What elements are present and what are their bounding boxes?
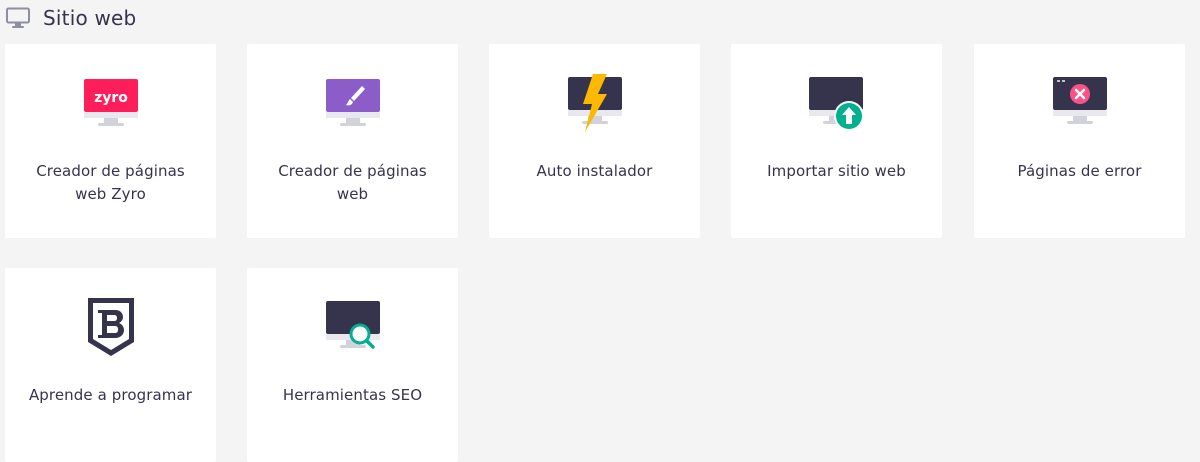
error-monitor-icon: [974, 72, 1185, 136]
zyro-logo-text: zyro: [94, 90, 128, 106]
card-label: Creador de páginas web: [278, 162, 427, 203]
card-page-builder[interactable]: Creador de páginas web: [247, 44, 458, 238]
card-label: Aprende a programar: [28, 386, 193, 404]
zyro-monitor-icon: zyro: [5, 72, 216, 136]
card-error-pages[interactable]: Páginas de error: [974, 44, 1185, 238]
card-label: Páginas de error: [1017, 162, 1142, 180]
card-seo-tools[interactable]: Herramientas SEO: [247, 268, 458, 462]
monitor-icon: [6, 7, 30, 29]
card-label: Herramientas SEO: [282, 386, 423, 404]
b-shield-icon: [5, 296, 216, 360]
card-auto-installer[interactable]: Auto instalador: [489, 44, 700, 238]
upload-monitor-icon: [731, 72, 942, 136]
card-learn-to-code[interactable]: Aprende a programar: [5, 268, 216, 462]
brush-monitor-icon: [247, 72, 458, 136]
card-label: Creador de páginas web Zyro: [36, 162, 185, 203]
card-label: Importar sitio web: [767, 162, 906, 180]
card-import-website[interactable]: Importar sitio web: [731, 44, 942, 238]
section-title: Sitio web: [43, 6, 137, 30]
lightning-monitor-icon: [489, 72, 700, 136]
section-header: Sitio web: [6, 4, 136, 32]
card-label: Auto instalador: [536, 162, 653, 180]
seo-search-monitor-icon: [247, 296, 458, 360]
card-zyro-builder[interactable]: zyro Creador de páginas web Zyro: [5, 44, 216, 238]
